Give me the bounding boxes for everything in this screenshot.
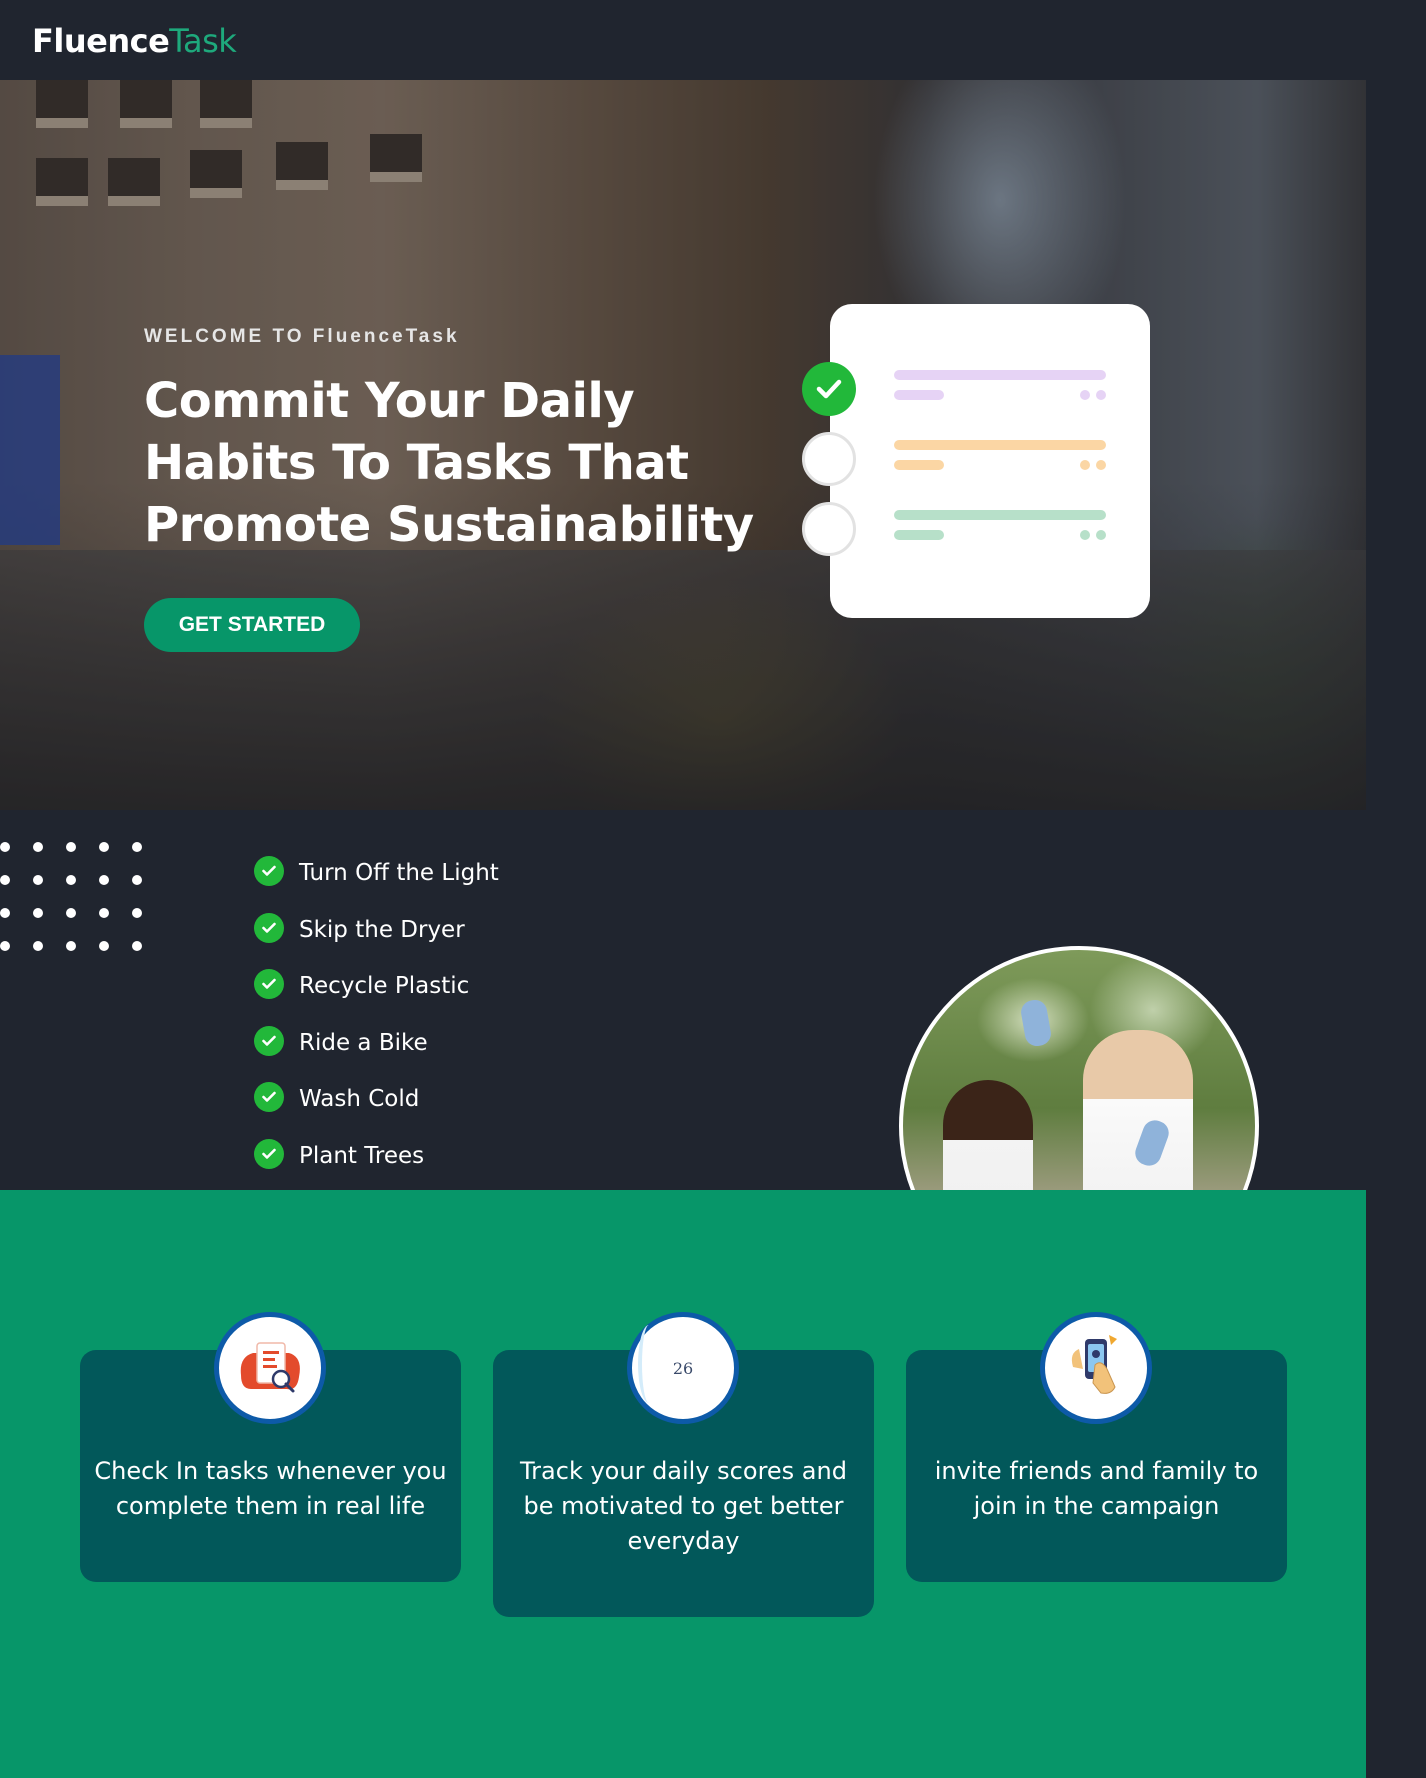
task-dot [1096, 390, 1106, 400]
photo-glove [1019, 998, 1053, 1048]
phone-invite-icon [1040, 1312, 1152, 1424]
task-line [894, 440, 1106, 450]
feature-card-text: Track your daily scores and be motivated… [520, 1457, 847, 1555]
grid-dot [132, 842, 142, 852]
feature-card-text: invite friends and family to join in the… [934, 1457, 1259, 1520]
grid-dot [0, 908, 10, 918]
grid-dot [33, 941, 43, 951]
grid-dot [66, 842, 76, 852]
how-it-works-section: Check In tasks whenever you complete the… [0, 1190, 1366, 1778]
grid-dot [33, 875, 43, 885]
header: FluenceTask [0, 0, 1426, 80]
task-line [894, 460, 944, 470]
grid-dot [99, 842, 109, 852]
feature-card-text: Check In tasks whenever you complete the… [94, 1457, 447, 1520]
task-dot [1080, 460, 1090, 470]
habit-label: Wash Cold [299, 1086, 420, 1112]
grid-dot [0, 875, 10, 885]
page: FluenceTask WELCOME TO FluenceTask Commi… [0, 0, 1426, 1778]
habit-label: Ride a Bike [299, 1029, 428, 1056]
grid-dot [33, 842, 43, 852]
task-line [894, 370, 1106, 380]
habit-label: Plant Trees [299, 1142, 425, 1169]
check-circle-icon [254, 856, 284, 886]
get-started-button[interactable]: GET STARTED [144, 598, 360, 652]
grid-dot [0, 842, 10, 852]
task-row [830, 370, 1150, 410]
grid-dot [132, 941, 142, 951]
task-row [830, 510, 1150, 550]
habit-label: Recycle Plastic [299, 973, 470, 999]
task-row [830, 440, 1150, 480]
check-circle-icon [254, 1138, 284, 1169]
grid-dot [99, 941, 109, 951]
hero-eyebrow: WELCOME TO FluenceTask [144, 326, 460, 347]
grid-dot [0, 941, 10, 951]
habit-label: Turn Off the Light [299, 860, 499, 886]
check-circle-icon [254, 1082, 284, 1112]
task-line [894, 390, 944, 400]
check-circle-icon [254, 1025, 284, 1056]
grid-dot [99, 875, 109, 885]
score-gauge-icon: 26 [627, 1312, 739, 1424]
task-dot [1096, 460, 1106, 470]
brand-name-part1: Fluence [32, 22, 170, 60]
grid-dot [132, 875, 142, 885]
check-circle-icon [254, 969, 284, 999]
grid-dot [132, 908, 142, 918]
task-todo-circle-icon [802, 432, 856, 486]
task-dot [1080, 530, 1090, 540]
task-line [894, 530, 944, 540]
grid-dot [99, 908, 109, 918]
check-circle-icon [254, 912, 284, 943]
grid-dot [33, 908, 43, 918]
habit-label: Skip the Dryer [299, 916, 465, 943]
task-line [894, 510, 1106, 520]
brand-logo[interactable]: FluenceTask [32, 22, 237, 60]
score-number: 26 [672, 1359, 694, 1378]
checklist-clipboard-icon [214, 1312, 326, 1424]
brand-name-part2: Task [169, 22, 237, 60]
task-dot [1096, 530, 1106, 540]
hero-title: Commit Your Daily Habits To Tasks That P… [144, 373, 754, 553]
task-list-illustration [830, 304, 1150, 618]
grid-dot [66, 875, 76, 885]
task-todo-circle-icon [802, 502, 856, 556]
grid-dot [66, 908, 76, 918]
grid-dot [66, 941, 76, 951]
task-done-check-icon [802, 362, 856, 416]
hero-section: WELCOME TO FluenceTask Commit Your Daily… [0, 80, 1366, 810]
task-dot [1080, 390, 1090, 400]
